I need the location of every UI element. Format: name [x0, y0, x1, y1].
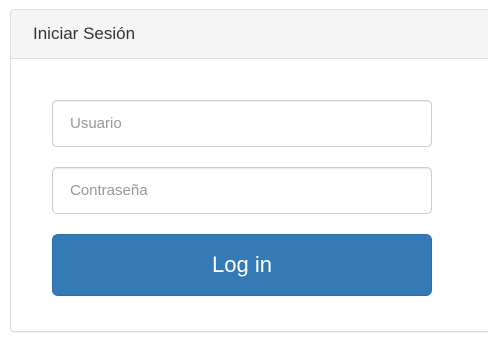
- login-form: Log in: [11, 59, 488, 331]
- panel-title: Iniciar Sesión: [33, 24, 136, 43]
- login-button[interactable]: Log in: [52, 234, 432, 296]
- login-panel: Iniciar Sesión Log in: [10, 9, 488, 332]
- password-input[interactable]: [52, 167, 432, 214]
- panel-heading: Iniciar Sesión: [11, 10, 488, 59]
- username-input[interactable]: [52, 100, 432, 147]
